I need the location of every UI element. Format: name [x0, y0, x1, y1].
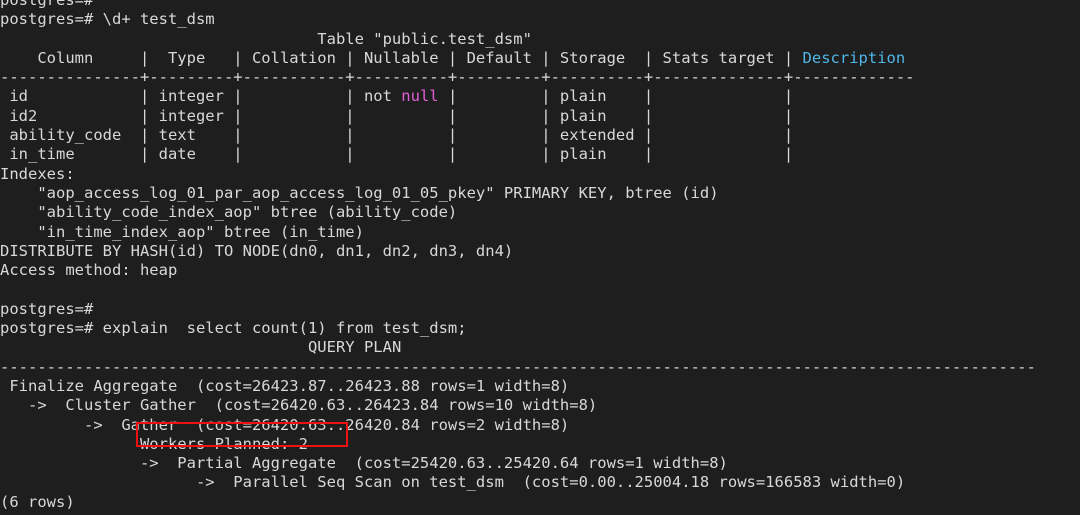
table-row: id | integer | | not null | | plain | |	[0, 87, 1080, 106]
index-entry-in-time: "in_time_index_aop" btree (in_time)	[0, 222, 364, 241]
row-pre-0: id | integer | | not	[0, 87, 402, 106]
plan-line-cluster-gather: -> Cluster Gather (cost=26420.63..26423.…	[0, 396, 598, 415]
table-header-line: Column | Type | Collation | Nullable | D…	[0, 49, 1080, 68]
plan-line-workers-planned: Workers Planned: 2	[0, 434, 308, 453]
indexes-label: Indexes:	[0, 164, 75, 183]
table-header-main: Column | Type | Collation | Nullable | D…	[0, 48, 803, 67]
explain-command-line: postgres=# explain select count(1) from …	[0, 319, 467, 338]
row-count-line: (6 rows)	[0, 492, 75, 511]
index-entry-pkey: "aop_access_log_01_par_aop_access_log_01…	[0, 183, 719, 202]
table-row: id2 | integer | | | | plain | |	[0, 107, 1080, 126]
plan-line-finalize-aggregate: Finalize Aggregate (cost=26423.87..26423…	[0, 376, 570, 395]
distribute-by-line: DISTRIBUTE BY HASH(id) TO NODE(dn0, dn1,…	[0, 241, 514, 260]
table-title-line: Table "public.test_dsm"	[0, 30, 1080, 49]
partial-prompt-line: postgres=#	[0, 0, 94, 9]
plan-line-gather: -> Gather (cost=26420.63..26420.84 rows=…	[0, 415, 570, 434]
row-post-2: | | extended | |	[410, 126, 803, 145]
row-pre-1: id2 | integer | |	[0, 106, 411, 125]
index-entry-ability-code: "ability_code_index_aop" btree (ability_…	[0, 203, 458, 222]
terminal-screen: postgres=# postgres=# \d+ test_dsm Table…	[0, 0, 1080, 512]
table-header-separator: ---------------+---------+-----------+--…	[0, 68, 915, 87]
table-title: Table "public.test_dsm"	[317, 29, 532, 48]
row-post-3: | | plain | |	[410, 145, 803, 164]
plan-line-parallel-seq-scan: -> Parallel Seq Scan on test_dsm (cost=0…	[0, 473, 906, 492]
row-pre-3: in_time | date | |	[0, 145, 411, 164]
table-title-spacer	[0, 30, 317, 48]
query-plan-spacer	[0, 338, 308, 356]
row-null-token-0: null	[401, 87, 439, 106]
plan-line-partial-aggregate: -> Partial Aggregate (cost=25420.63..254…	[0, 454, 728, 473]
table-row: in_time | date | | | | plain | |	[0, 145, 1080, 164]
table-row: ability_code | text | | | | extended | |	[0, 126, 1080, 145]
access-method-line: Access method: heap	[0, 261, 178, 280]
query-plan-header: QUERY PLAN	[307, 338, 402, 357]
describe-command-line: postgres=# \d+ test_dsm	[0, 10, 215, 29]
row-post-0: | | plain | |	[438, 87, 803, 106]
query-plan-separator: ----------------------------------------…	[0, 357, 1036, 376]
blank-prompt-line: postgres=#	[0, 299, 94, 318]
table-header-description: Description	[802, 48, 906, 67]
query-plan-header-line: QUERY PLAN	[0, 338, 1080, 357]
row-pre-2: ability_code | text | |	[0, 126, 411, 145]
terminal-window[interactable]: postgres=# postgres=# \d+ test_dsm Table…	[0, 0, 1080, 515]
row-post-1: | | plain | |	[410, 106, 803, 125]
